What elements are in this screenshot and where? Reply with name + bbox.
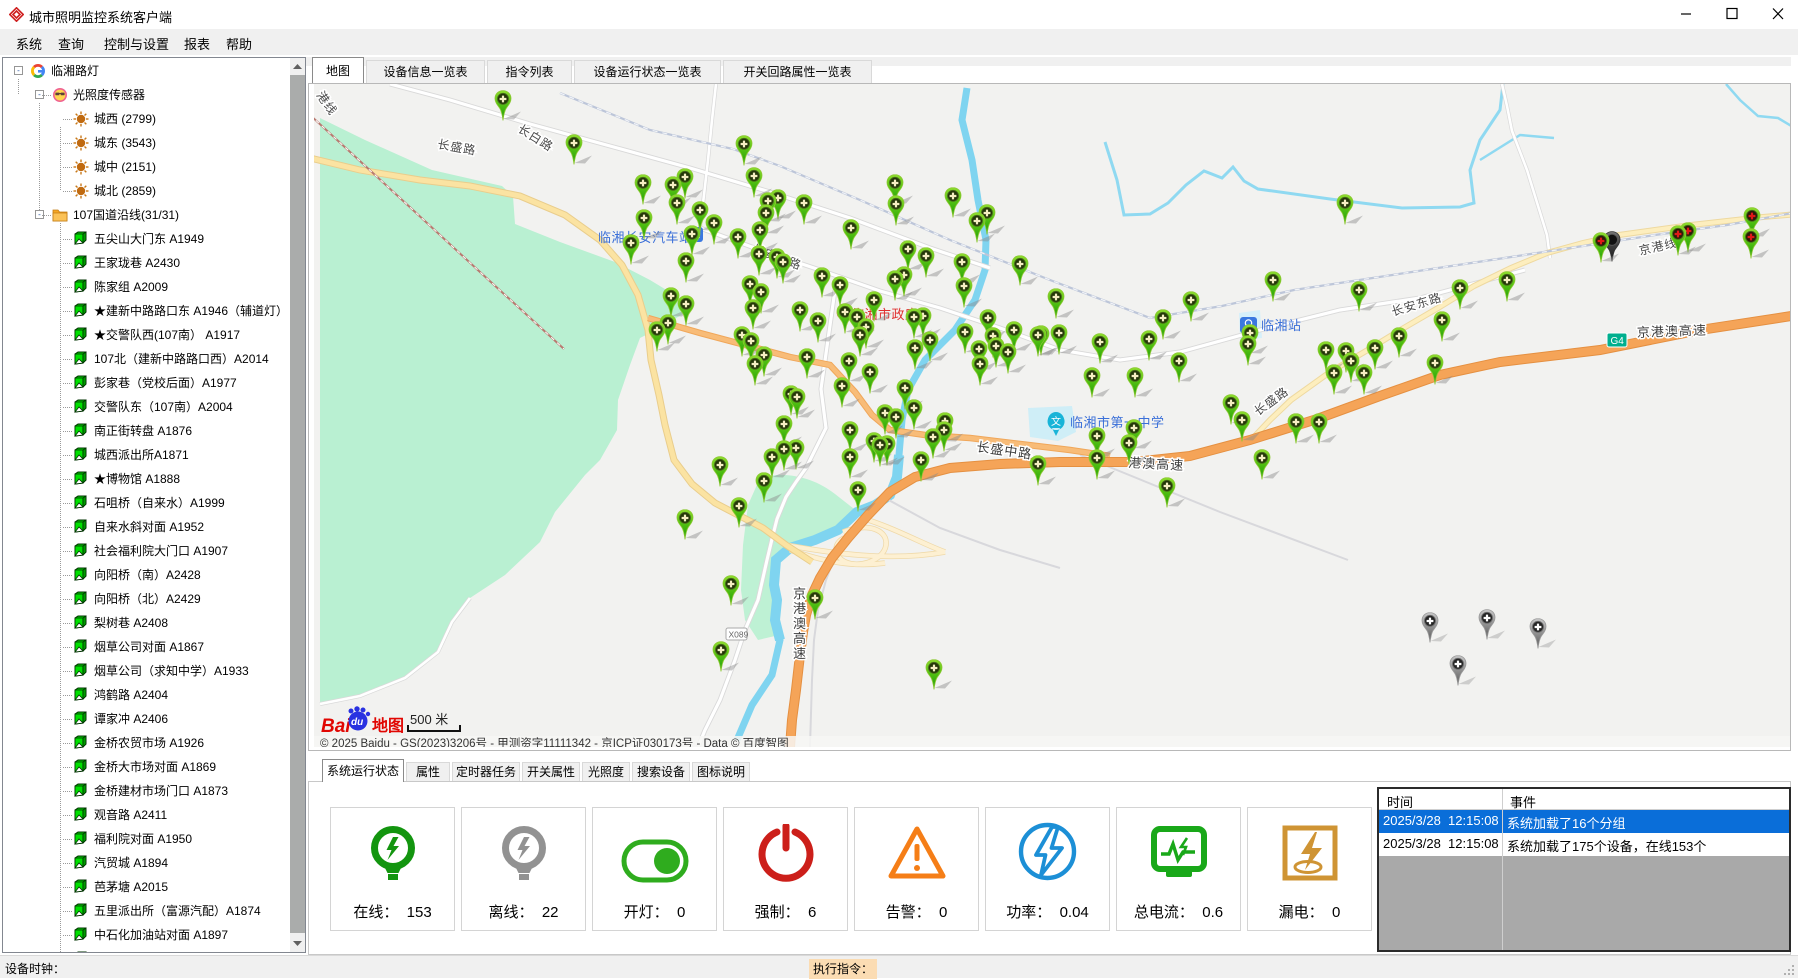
svg-text:澳: 澳 [793, 616, 806, 631]
svg-text:速: 速 [793, 646, 806, 661]
svg-text:临湘市第一中学: 临湘市第一中学 [1070, 415, 1165, 430]
svg-text:du: du [351, 717, 363, 728]
svg-text:京: 京 [793, 586, 806, 601]
svg-text:高: 高 [793, 631, 806, 646]
svg-text:地图: 地图 [372, 716, 404, 735]
svg-text:京港澳高速: 京港澳高速 [1637, 323, 1707, 340]
svg-text:G4: G4 [1611, 336, 1625, 347]
svg-text:港: 港 [793, 601, 806, 616]
svg-text:500 米: 500 米 [410, 712, 448, 727]
svg-text:X089: X089 [729, 630, 749, 640]
svg-text:文: 文 [1051, 415, 1061, 428]
svg-text:© 2025 Baidu - GS(2023)3206号 -: © 2025 Baidu - GS(2023)3206号 - 甲测资字11111… [320, 736, 789, 747]
svg-text:Bai: Bai [321, 716, 351, 737]
svg-text:临湘站: 临湘站 [1261, 318, 1302, 333]
svg-text:港澳高速: 港澳高速 [1128, 455, 1185, 473]
